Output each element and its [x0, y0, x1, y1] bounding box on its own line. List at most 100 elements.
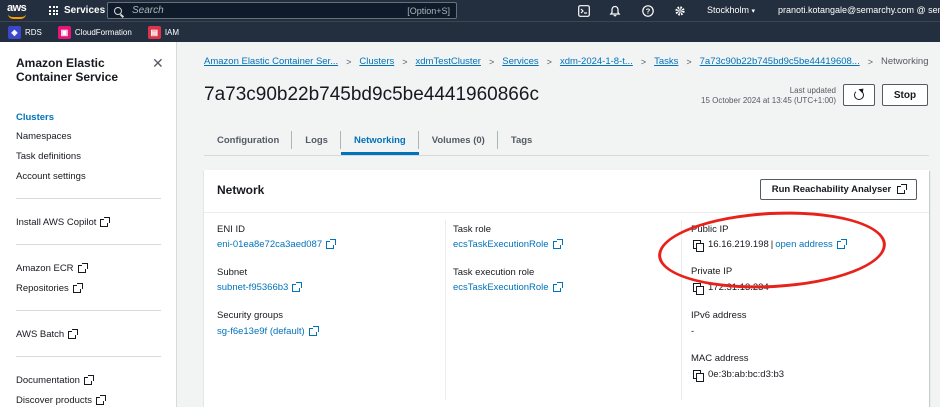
region-selector[interactable]: Stockholm ▾ [707, 5, 755, 15]
network-title: Network [217, 183, 265, 197]
favorite-iam[interactable]: ▤ IAM [147, 25, 179, 39]
ipv6-address-value: - [691, 326, 695, 337]
sidebar-title: Amazon Elastic Container Service [16, 56, 119, 84]
svg-text:?: ? [645, 6, 650, 15]
card-divider [204, 212, 929, 213]
tabs: Configuration Logs Networking Volumes (0… [204, 128, 545, 155]
external-link-icon [552, 238, 563, 249]
cloudshell-icon[interactable] [577, 4, 590, 17]
favorites-bar: ◈ RDS ▣ CloudFormation ▤ IAM [0, 21, 940, 42]
breadcrumb-cluster[interactable]: xdmTestCluster [416, 56, 481, 67]
tab-configuration[interactable]: Configuration [204, 128, 293, 152]
search-shortcut: [Option+S] [407, 5, 450, 16]
external-link-icon [83, 374, 94, 385]
external-link-icon [308, 325, 319, 336]
aws-logo[interactable]: aws [7, 2, 29, 20]
help-icon[interactable]: ? [641, 4, 654, 17]
external-link-icon [552, 281, 563, 292]
sidebar-item-repositories[interactable]: Repositories [16, 282, 83, 294]
ipv6-address-label: IPv6 address [691, 310, 747, 321]
external-link-icon [68, 328, 79, 339]
favorite-rds[interactable]: ◈ RDS [8, 25, 42, 39]
sidebar-item-task-definitions[interactable]: Task definitions [16, 151, 81, 162]
search-icon [114, 6, 122, 15]
copy-icon[interactable] [693, 369, 704, 382]
tabs-divider [204, 155, 929, 156]
sidebar-item-clusters[interactable]: Clusters [16, 112, 54, 123]
tab-networking[interactable]: Networking [340, 128, 419, 155]
iam-icon: ▤ [147, 25, 161, 39]
chevron-right-icon: > [488, 56, 495, 67]
chevron-right-icon: > [346, 56, 352, 67]
stop-button[interactable]: Stop [882, 84, 928, 106]
breadcrumb-services[interactable]: Services [502, 56, 538, 67]
breadcrumb: Amazon Elastic Container Ser... > Cluste… [204, 56, 929, 67]
bell-icon[interactable] [608, 4, 621, 17]
breadcrumb-task[interactable]: 7a73c90b22b745bd9c5be44419608... [700, 56, 860, 67]
sidebar-divider [16, 310, 161, 311]
chevron-right-icon: > [867, 56, 873, 67]
task-execution-role-label: Task execution role [453, 267, 535, 278]
security-group-link[interactable]: sg-f6e13e9f (default) [217, 325, 319, 337]
external-link-icon [77, 262, 88, 273]
last-updated: Last updated 15 October 2024 at 13:45 (U… [701, 86, 836, 105]
services-menu-button[interactable]: Services [49, 5, 105, 16]
task-role-label: Task role [453, 224, 492, 235]
tab-tags[interactable]: Tags [498, 128, 545, 152]
sidebar-item-namespaces[interactable]: Namespaces [16, 131, 71, 142]
breadcrumb-tasks[interactable]: Tasks [654, 56, 678, 67]
sidebar-item-discover-products[interactable]: Discover products [16, 394, 107, 406]
chevron-right-icon: > [402, 56, 408, 67]
external-link-icon [836, 238, 847, 249]
sidebar-item-aws-batch[interactable]: AWS Batch [16, 328, 79, 340]
run-reachability-analyser-button[interactable]: Run Reachability Analyser [760, 179, 917, 200]
cloudformation-icon: ▣ [57, 25, 71, 39]
breadcrumb-service[interactable]: xdm-2024-1-8-t... [560, 56, 633, 67]
mac-address-value: 0e:3b:ab:bc:d3:b3 [693, 369, 784, 382]
search-bar[interactable]: [Option+S] [107, 2, 457, 19]
sidebar-divider [16, 198, 161, 199]
column-divider [681, 220, 682, 400]
open-address-link[interactable]: open address [775, 238, 847, 250]
breadcrumb-clusters[interactable]: Clusters [359, 56, 394, 67]
sidebar-item-documentation[interactable]: Documentation [16, 374, 94, 386]
eni-id-link[interactable]: eni-01ea8e72ca3aed087 [217, 238, 337, 250]
chevron-right-icon: > [640, 56, 647, 67]
eni-id-label: ENI ID [217, 224, 245, 235]
grid-icon [49, 6, 58, 15]
rds-icon: ◈ [8, 25, 21, 39]
task-execution-role-link[interactable]: ecsTaskExecutionRole [453, 281, 563, 293]
search-input[interactable] [132, 5, 408, 16]
tab-logs[interactable]: Logs [292, 128, 341, 152]
favorite-cloudformation[interactable]: ▣ CloudFormation [57, 25, 132, 39]
breadcrumb-current: Networking [880, 56, 929, 67]
close-icon[interactable]: ✕ [152, 55, 164, 72]
refresh-icon [854, 90, 864, 100]
sidebar-item-amazon-ecr[interactable]: Amazon ECR [16, 262, 88, 274]
tab-volumes[interactable]: Volumes (0) [419, 128, 498, 152]
external-link-icon [100, 216, 111, 227]
sidebar-divider [16, 244, 161, 245]
network-panel: Network Run Reachability Analyser ENI ID… [204, 170, 929, 407]
copy-icon[interactable] [693, 239, 704, 252]
breadcrumb-ecs[interactable]: Amazon Elastic Container Ser... [204, 56, 338, 67]
sidebar-divider [16, 356, 161, 357]
chevron-right-icon: > [546, 56, 552, 67]
external-link-icon [897, 183, 908, 194]
copy-icon[interactable] [693, 282, 704, 295]
sidebar: Amazon Elastic Container Service ✕ Clust… [0, 42, 177, 407]
external-link-icon [72, 282, 83, 293]
private-ip-label: Private IP [691, 266, 733, 277]
account-menu[interactable]: pranoti.kotangale@semarchy.com @ semarch [778, 5, 940, 15]
public-ip-value: 16.16.219.198 | open address [693, 238, 847, 252]
task-role-link[interactable]: ecsTaskExecutionRole [453, 238, 563, 250]
security-groups-label: Security groups [217, 310, 284, 321]
gear-icon[interactable] [673, 4, 686, 17]
sidebar-item-install-aws-copilot[interactable]: Install AWS Copilot [16, 216, 111, 228]
sidebar-item-account-settings[interactable]: Account settings [16, 171, 86, 182]
page-title: 7a73c90b22b745bd9c5be4441960866c [204, 84, 539, 105]
refresh-button[interactable] [843, 84, 875, 106]
chevron-right-icon: > [686, 56, 692, 67]
subnet-link[interactable]: subnet-f95366b3 [217, 281, 303, 293]
mac-address-label: MAC address [691, 353, 749, 364]
